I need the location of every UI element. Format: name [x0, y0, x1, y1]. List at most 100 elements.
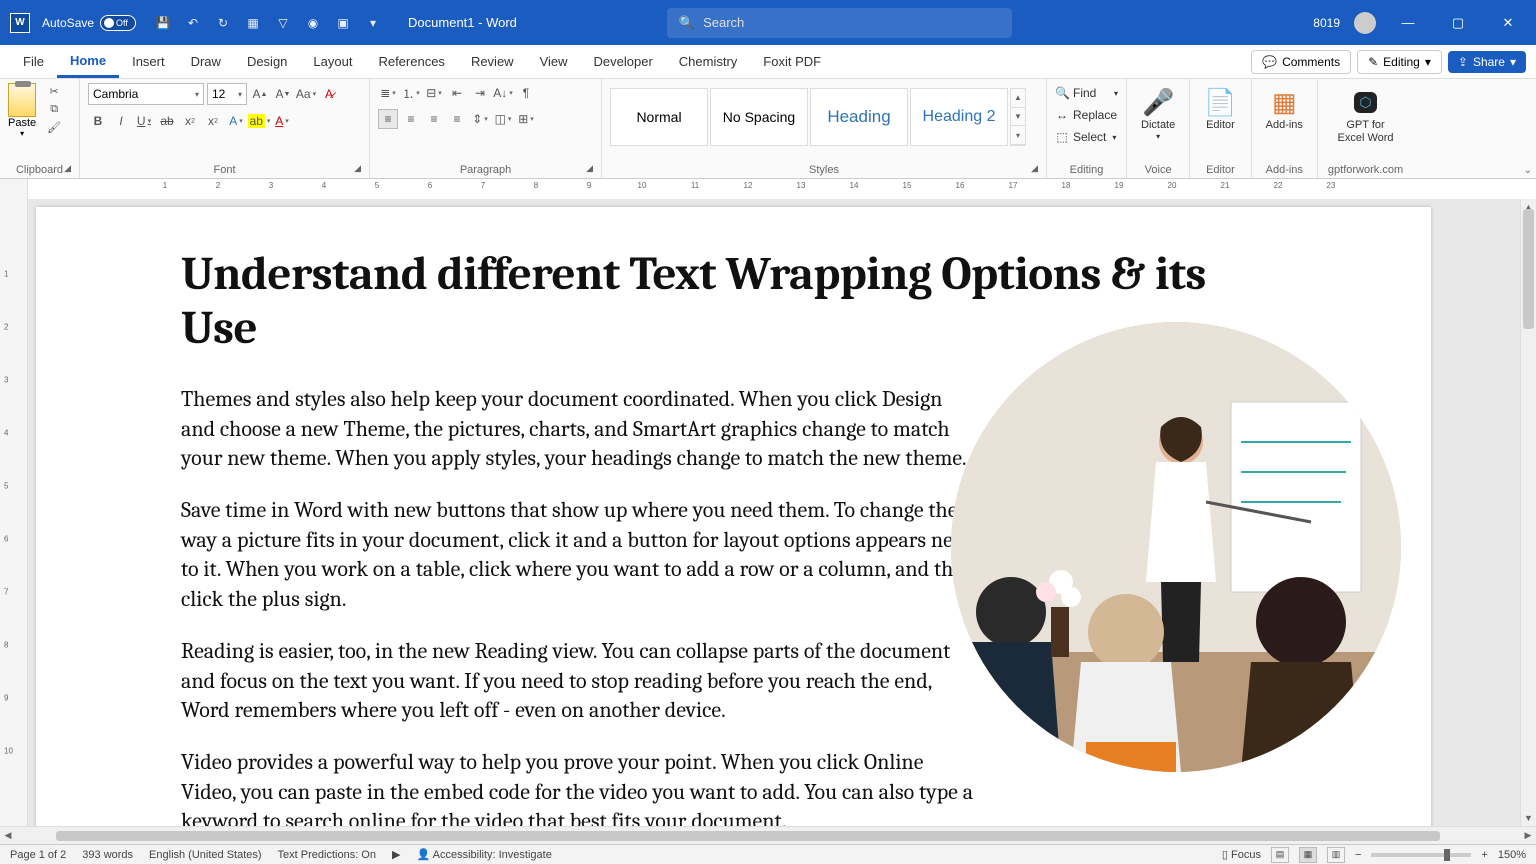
find-button[interactable]: 🔍Find▾ [1055, 83, 1118, 103]
dictate-button[interactable]: 🎤 Dictate ▾ [1137, 83, 1179, 143]
page-viewport[interactable]: Understand different Text Wrapping Optio… [28, 199, 1520, 826]
editing-mode-button[interactable]: ✎Editing▾ [1357, 50, 1442, 74]
addins-button[interactable]: ▦ Add-ins [1262, 83, 1307, 134]
scroll-down-icon[interactable]: ▼ [1521, 810, 1536, 826]
tab-layout[interactable]: Layout [300, 45, 365, 78]
copy-icon[interactable]: ⧉ [46, 101, 62, 117]
scrollbar-thumb[interactable] [1523, 209, 1534, 329]
bullets-icon[interactable]: ≣ [378, 83, 398, 103]
font-name-combo[interactable]: Cambria▾ [88, 83, 204, 105]
select-button[interactable]: ⬚Select▾ [1055, 127, 1118, 147]
style-no-spacing[interactable]: No Spacing [710, 88, 808, 146]
align-right-icon[interactable]: ≡ [424, 109, 444, 129]
style-heading2[interactable]: Heading 2 [910, 88, 1008, 146]
change-case-icon[interactable]: Aa [296, 84, 316, 104]
toggle-switch[interactable]: Off [100, 15, 136, 31]
print-layout-icon[interactable]: ▦ [1299, 847, 1317, 863]
underline-icon[interactable]: U [134, 111, 154, 131]
page-indicator[interactable]: Page 1 of 2 [10, 849, 66, 861]
qat-icon-2[interactable]: ▽ [274, 14, 292, 32]
tab-design[interactable]: Design [234, 45, 300, 78]
language-indicator[interactable]: English (United States) [149, 849, 262, 861]
tab-home[interactable]: Home [57, 45, 119, 78]
editor-button[interactable]: 📄 Editor [1200, 83, 1240, 134]
document-paragraph[interactable]: Reading is easier, too, in the new Readi… [181, 637, 976, 726]
document-paragraph[interactable]: Save time in Word with new buttons that … [181, 496, 976, 615]
style-heading1[interactable]: Heading [810, 88, 908, 146]
text-predictions-indicator[interactable]: Text Predictions: On [278, 849, 376, 861]
customize-qat-icon[interactable]: ▾ [364, 14, 382, 32]
tab-insert[interactable]: Insert [119, 45, 178, 78]
scroll-right-icon[interactable]: ▶ [1520, 830, 1536, 841]
increase-font-icon[interactable]: A▲ [250, 84, 270, 104]
focus-mode-button[interactable]: ▯ Focus [1222, 848, 1261, 861]
user-avatar[interactable] [1354, 12, 1376, 34]
dialog-launcher-icon[interactable]: ◢ [64, 163, 71, 174]
search-box[interactable]: 🔍 Search [667, 8, 1012, 38]
document-paragraph[interactable]: Video provides a powerful way to help yo… [181, 748, 976, 826]
style-normal[interactable]: Normal [610, 88, 708, 146]
tab-file[interactable]: File [10, 45, 57, 78]
italic-icon[interactable]: I [111, 111, 131, 131]
tab-view[interactable]: View [527, 45, 581, 78]
line-spacing-icon[interactable]: ⇕ [470, 109, 490, 129]
tab-developer[interactable]: Developer [581, 45, 666, 78]
read-mode-icon[interactable]: ▤ [1271, 847, 1289, 863]
zoom-slider-knob[interactable] [1444, 849, 1450, 861]
tab-references[interactable]: References [365, 45, 457, 78]
tab-foxit[interactable]: Foxit PDF [750, 45, 834, 78]
qat-icon-3[interactable]: ◉ [304, 14, 322, 32]
document-paragraph[interactable]: Themes and styles also help keep your do… [181, 385, 976, 474]
close-button[interactable]: ✕ [1490, 9, 1526, 37]
paste-button[interactable]: Paste ▾ [8, 83, 36, 162]
shading-icon[interactable]: ◫ [493, 109, 513, 129]
numbering-icon[interactable]: ⒈ [401, 83, 421, 103]
replace-button[interactable]: ↔Replace [1055, 105, 1118, 125]
superscript-icon[interactable]: x2 [203, 111, 223, 131]
vertical-ruler[interactable]: 12345678910 [0, 199, 28, 826]
text-effects-icon[interactable]: A [226, 111, 246, 131]
tab-review[interactable]: Review [458, 45, 527, 78]
redo-icon[interactable]: ↻ [214, 14, 232, 32]
dialog-launcher-icon[interactable]: ◢ [586, 163, 593, 174]
clear-formatting-icon[interactable]: A̷ [319, 84, 339, 104]
qat-icon-4[interactable]: ▣ [334, 14, 352, 32]
tab-chemistry[interactable]: Chemistry [666, 45, 751, 78]
highlight-icon[interactable]: ab [249, 111, 269, 131]
vertical-scrollbar[interactable]: ▲ ▼ [1520, 199, 1536, 826]
gpt-button[interactable]: ⬡ GPT forExcel Word [1334, 83, 1398, 147]
bold-icon[interactable]: B [88, 111, 108, 131]
align-center-icon[interactable]: ≡ [401, 109, 421, 129]
undo-icon[interactable]: ↶ [184, 14, 202, 32]
dialog-launcher-icon[interactable]: ◢ [1031, 163, 1038, 174]
font-size-combo[interactable]: 12▾ [207, 83, 247, 105]
justify-icon[interactable]: ≡ [447, 109, 467, 129]
scroll-left-icon[interactable]: ◀ [0, 830, 16, 841]
save-icon[interactable]: 💾 [154, 14, 172, 32]
style-gallery-more-icon[interactable]: ▾ [1011, 126, 1025, 145]
increase-indent-icon[interactable]: ⇥ [470, 83, 490, 103]
horizontal-ruler[interactable]: 1234567891011121314151617181920212223 [0, 179, 1536, 199]
zoom-level[interactable]: 150% [1498, 849, 1526, 861]
style-scroll-down-icon[interactable]: ▼ [1011, 108, 1025, 127]
decrease-font-icon[interactable]: A▼ [273, 84, 293, 104]
scrollbar-thumb[interactable] [56, 831, 1440, 841]
format-painter-icon[interactable]: 🖌 [46, 119, 62, 135]
minimize-button[interactable]: — [1390, 9, 1426, 37]
word-count[interactable]: 393 words [82, 849, 133, 861]
share-button[interactable]: ⇪Share▾ [1448, 51, 1526, 73]
dialog-launcher-icon[interactable]: ◢ [354, 163, 361, 174]
sort-icon[interactable]: A↓ [493, 83, 513, 103]
show-marks-icon[interactable]: ¶ [516, 83, 536, 103]
macro-icon[interactable]: ▶ [392, 848, 400, 861]
document-page[interactable]: Understand different Text Wrapping Optio… [36, 207, 1431, 826]
decrease-indent-icon[interactable]: ⇤ [447, 83, 467, 103]
qat-icon-1[interactable]: ▦ [244, 14, 262, 32]
zoom-slider[interactable] [1371, 853, 1471, 857]
subscript-icon[interactable]: x2 [180, 111, 200, 131]
comments-button[interactable]: 💬Comments [1251, 50, 1351, 74]
multilevel-list-icon[interactable]: ⊟ [424, 83, 444, 103]
maximize-button[interactable]: ▢ [1440, 9, 1476, 37]
cut-icon[interactable]: ✂ [46, 83, 62, 99]
collapse-ribbon-icon[interactable]: ⌄ [1524, 165, 1532, 176]
